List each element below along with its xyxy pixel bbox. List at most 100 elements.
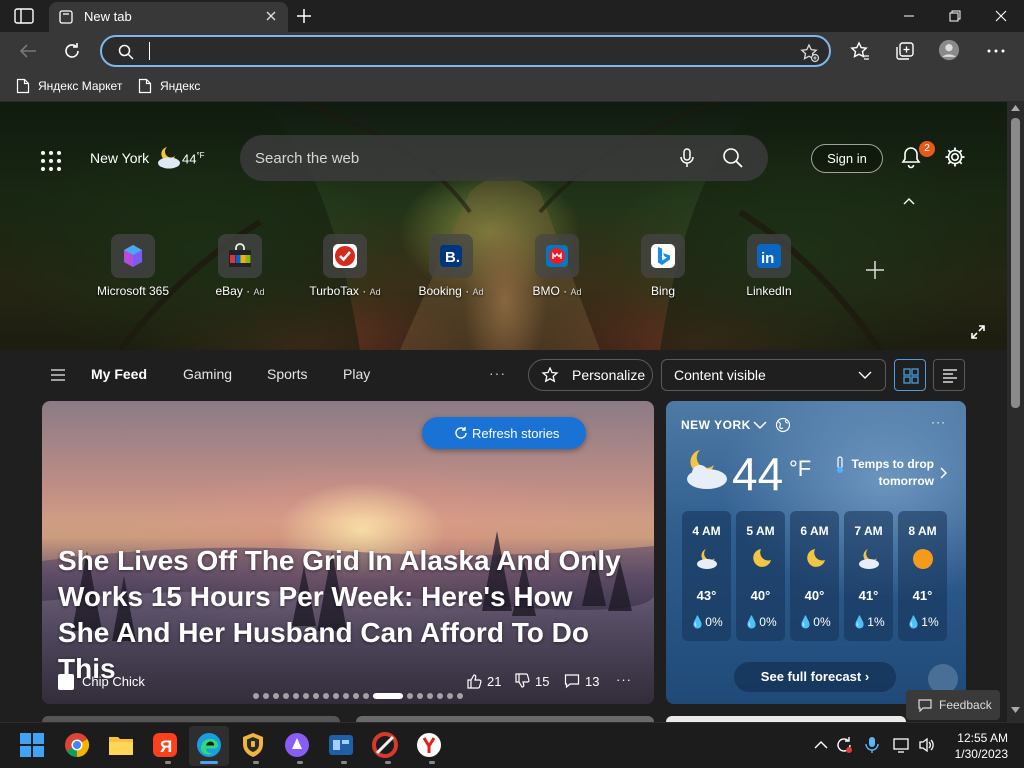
quick-link-linkedin[interactable]: in LinkedIn xyxy=(724,234,814,298)
scrollbar-thumb[interactable] xyxy=(1011,118,1020,408)
new-tab-button[interactable] xyxy=(294,6,314,26)
volume-icon[interactable] xyxy=(918,736,936,754)
minimize-button[interactable] xyxy=(886,4,932,28)
quick-link-bmo[interactable]: BMO · Ad xyxy=(512,234,602,298)
quick-link-bing[interactable]: Bing xyxy=(618,234,708,298)
dislike-button[interactable]: 15 xyxy=(514,673,549,689)
gear-icon[interactable] xyxy=(944,146,966,168)
address-bar[interactable] xyxy=(100,35,831,67)
comments-button[interactable]: 13 xyxy=(564,673,599,689)
microphone-icon[interactable] xyxy=(676,147,698,169)
web-search-box[interactable]: Search the web xyxy=(240,135,768,181)
apps-grid-icon[interactable] xyxy=(38,148,64,174)
expand-icon[interactable] xyxy=(970,324,986,340)
temperature-unit[interactable]: °F xyxy=(789,456,811,482)
carousel-dot[interactable] xyxy=(263,693,269,699)
page-scrollbar[interactable] xyxy=(1007,102,1024,722)
carousel-dot[interactable] xyxy=(457,693,463,699)
carousel-dot[interactable] xyxy=(437,693,443,699)
security-shield-icon[interactable] xyxy=(240,732,266,758)
carousel-dot[interactable] xyxy=(363,693,369,699)
quick-link-booking[interactable]: B. Booking · Ad xyxy=(406,234,496,298)
quick-link-ebay[interactable]: eBay · Ad xyxy=(195,234,285,298)
settings-more-icon[interactable] xyxy=(985,40,1007,62)
ccleaner-icon[interactable] xyxy=(372,732,398,758)
tab-my-feed[interactable]: My Feed xyxy=(91,366,147,382)
refresh-stories-button[interactable]: Refresh stories xyxy=(422,417,586,449)
add-favorite-icon[interactable] xyxy=(800,43,820,63)
chevron-up-icon[interactable] xyxy=(812,736,830,754)
search-icon[interactable] xyxy=(722,147,744,169)
chevron-right-icon[interactable] xyxy=(939,467,947,479)
refresh-icon[interactable] xyxy=(61,40,83,62)
carousel-dot[interactable] xyxy=(343,693,349,699)
carousel-dot[interactable] xyxy=(407,693,413,699)
carousel-dot[interactable] xyxy=(273,693,279,699)
alice-assistant-icon[interactable] xyxy=(284,732,310,758)
tab-gaming[interactable]: Gaming xyxy=(183,366,232,382)
tab-play[interactable]: Play xyxy=(343,366,370,382)
grid-layout-button[interactable] xyxy=(894,359,926,391)
hourly-forecast-item[interactable]: 5 AM 40° 💧0% xyxy=(736,511,785,641)
feedback-button[interactable]: Feedback xyxy=(906,690,1000,720)
tab-new-tab[interactable]: New tab xyxy=(49,2,288,32)
sign-in-button[interactable]: Sign in xyxy=(811,144,883,173)
favorite-yandex-market[interactable]: Яндекс Маркет xyxy=(16,76,122,96)
collections-icon[interactable] xyxy=(894,40,916,62)
close-window-button[interactable] xyxy=(978,4,1024,28)
favorites-icon[interactable] xyxy=(849,40,871,62)
sync-icon[interactable] xyxy=(835,736,853,754)
network-icon[interactable] xyxy=(893,736,911,754)
chrome-icon[interactable] xyxy=(64,732,90,758)
microphone-icon[interactable] xyxy=(863,736,881,754)
carousel-dot[interactable] xyxy=(303,693,309,699)
back-arrow-icon[interactable] xyxy=(17,40,39,62)
scroll-up-arrow-icon[interactable] xyxy=(1011,104,1020,112)
windows-start-icon[interactable] xyxy=(19,732,45,758)
carousel-dot[interactable] xyxy=(323,693,329,699)
tab-sports[interactable]: Sports xyxy=(267,366,307,382)
carousel-dot[interactable] xyxy=(417,693,423,699)
add-quick-link-icon[interactable] xyxy=(864,259,886,281)
weather-more-button[interactable]: ··· xyxy=(931,415,946,429)
carousel-dot[interactable] xyxy=(253,693,259,699)
system-clock[interactable]: 12:55 AM 1/30/2023 xyxy=(948,730,1008,762)
favorite-yandex[interactable]: Яндекс xyxy=(138,76,200,96)
story-more-button[interactable]: ··· xyxy=(616,672,632,687)
hourly-forecast-item[interactable]: 4 AM 43° 💧0% xyxy=(682,511,731,641)
content-visibility-dropdown[interactable]: Content visible xyxy=(661,359,886,391)
see-full-forecast-button[interactable]: See full forecast › xyxy=(734,662,896,692)
yandex-icon[interactable] xyxy=(416,732,442,758)
restore-button[interactable] xyxy=(932,4,978,28)
hourly-forecast-item[interactable]: 6 AM 40° 💧0% xyxy=(790,511,839,641)
like-button[interactable]: 21 xyxy=(466,673,501,689)
list-layout-button[interactable] xyxy=(933,359,965,391)
story-source[interactable]: Chip Chick xyxy=(82,674,145,689)
weather-alert-note[interactable]: Temps to drop tomorrow xyxy=(846,456,934,490)
close-tab-icon[interactable] xyxy=(263,8,279,24)
carousel-dot[interactable] xyxy=(313,693,319,699)
carousel-dot[interactable] xyxy=(283,693,289,699)
hamburger-menu-icon[interactable] xyxy=(50,368,66,382)
quick-link-microsoft-365[interactable]: Microsoft 365 xyxy=(88,234,178,298)
carousel-dot[interactable] xyxy=(293,693,299,699)
hourly-forecast-item[interactable]: 8 AM 41° 💧1% xyxy=(898,511,947,641)
top-story-card[interactable]: Refresh stories She Lives Off The Grid I… xyxy=(42,401,654,704)
profile-avatar-icon[interactable] xyxy=(938,39,960,61)
edge-icon[interactable] xyxy=(196,732,222,758)
yandex-browser-icon[interactable]: Я xyxy=(152,732,178,758)
carousel-dot[interactable] xyxy=(353,693,359,699)
location-label[interactable]: New York xyxy=(90,150,149,166)
chevron-up-icon[interactable] xyxy=(902,195,916,209)
carousel-dot[interactable] xyxy=(427,693,433,699)
ai-app-icon[interactable] xyxy=(328,732,354,758)
quick-link-turbotax[interactable]: TurboTax · Ad xyxy=(300,234,390,298)
tab-actions-icon[interactable] xyxy=(14,8,34,24)
hourly-forecast-item[interactable]: 7 AM 41° 💧1% xyxy=(844,511,893,641)
story-headline[interactable]: She Lives Off The Grid In Alaska And Onl… xyxy=(58,543,628,687)
carousel-dot[interactable] xyxy=(333,693,339,699)
carousel-dot[interactable] xyxy=(447,693,453,699)
weather-card[interactable]: NEW YORK ··· 44 °F Temps to drop tomorro… xyxy=(666,401,966,704)
more-tabs-button[interactable]: ··· xyxy=(489,365,506,381)
weather-city[interactable]: NEW YORK xyxy=(681,418,751,432)
